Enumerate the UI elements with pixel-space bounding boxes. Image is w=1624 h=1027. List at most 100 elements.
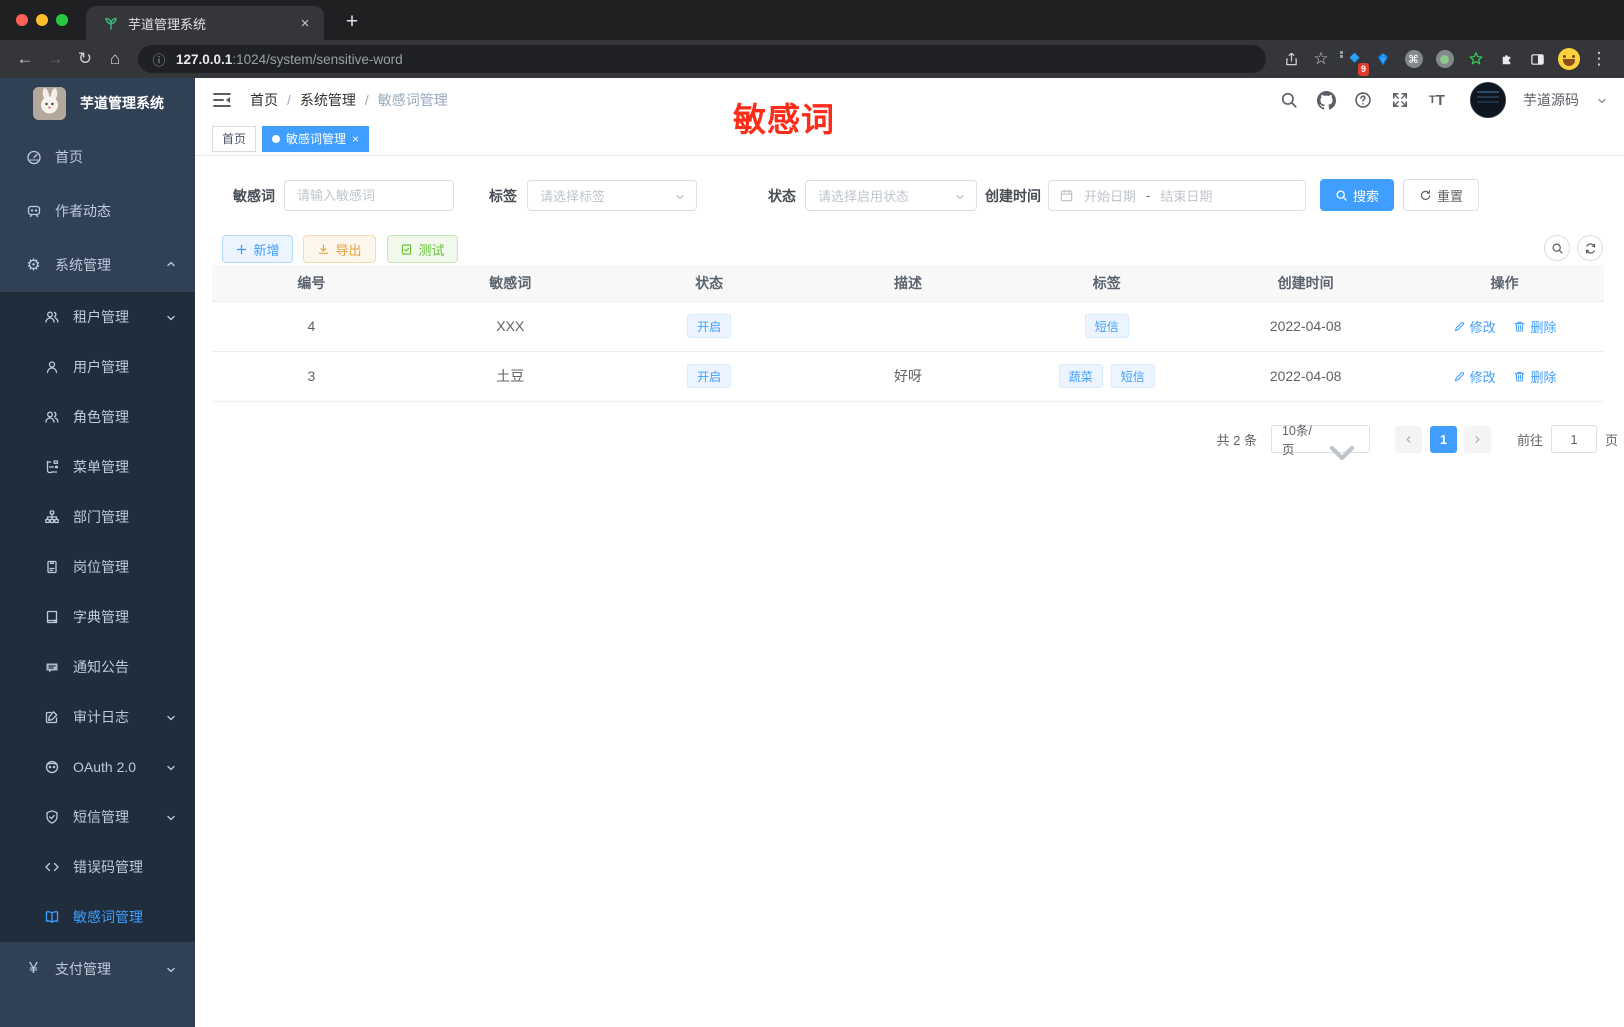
top-navbar: 首页 / 系统管理 / 敏感词管理 敏感词 TT 芋道源码 [195, 78, 1624, 138]
sidebar-item-label: 通知公告 [73, 659, 129, 675]
cell-word: 土豆 [410, 351, 610, 402]
back-icon[interactable]: ← [10, 44, 40, 74]
export-button-label: 导出 [335, 242, 362, 258]
minimize-window-button[interactable] [36, 14, 48, 26]
forward-icon[interactable]: → [40, 44, 70, 74]
new-tab-button[interactable]: + [338, 8, 366, 36]
sidebar-item-home[interactable]: 首页 [0, 130, 195, 184]
browser-menu-icon[interactable]: ⋮ [1584, 44, 1614, 74]
sidebar-logo[interactable]: 芋道管理系统 [0, 78, 195, 128]
goto-page-input[interactable] [1550, 425, 1597, 453]
export-button[interactable]: 导出 [303, 235, 376, 263]
cell-actions: 修改 删除 [1405, 351, 1604, 402]
tab-close-icon[interactable]: × [296, 14, 314, 32]
page-size-select[interactable]: 10条/页 [1270, 424, 1370, 461]
font-size-icon[interactable]: TT [1427, 90, 1447, 110]
collapse-sidebar-icon[interactable] [211, 89, 233, 111]
extension-gem-icon[interactable] [1367, 44, 1398, 74]
next-page-button[interactable] [1463, 425, 1491, 453]
tag-sensitive-word[interactable]: 敏感词管理 × [262, 125, 370, 152]
id-badge-icon [43, 559, 60, 576]
breadcrumb-system[interactable]: 系统管理 [300, 90, 356, 110]
breadcrumb-home[interactable]: 首页 [250, 90, 278, 110]
table-search-toggle-button[interactable] [1544, 235, 1570, 261]
sidebar: 芋道管理系统 首页 作者动态 ⚙ 系统管理 租户管理 用户管理 角色管理 菜单管… [0, 78, 195, 1027]
help-icon[interactable] [1353, 90, 1373, 110]
sidebar-item-menu-mgmt[interactable]: 菜单管理 [0, 442, 195, 492]
page-number-button[interactable]: 1 [1429, 425, 1457, 453]
tag-select[interactable]: 请选择标签 [527, 180, 697, 211]
edit-label: 修改 [1469, 319, 1496, 335]
prev-page-button[interactable] [1394, 425, 1422, 453]
cell-word: XXX [410, 301, 610, 352]
tag-placeholder: 请选择标签 [540, 189, 606, 204]
fullscreen-icon[interactable] [1390, 90, 1410, 110]
chevron-left-icon [1406, 435, 1411, 443]
sidebar-item-oauth[interactable]: OAuth 2.0 [0, 742, 195, 792]
user-avatar[interactable] [1470, 82, 1506, 118]
sidebar-item-tenant[interactable]: 租户管理 [0, 292, 195, 342]
profile-avatar-icon[interactable] [1553, 44, 1584, 74]
extension-command-icon[interactable]: ⌘ [1398, 44, 1429, 74]
bookmark-star-icon[interactable]: ☆ [1306, 44, 1336, 74]
sidebar-item-audit-log[interactable]: 审计日志 [0, 692, 195, 742]
browser-tab[interactable]: 芋道管理系统 × [86, 6, 324, 40]
site-info-icon[interactable]: ⓘ [148, 48, 170, 70]
reset-button[interactable]: 重置 [1403, 179, 1479, 211]
search-button[interactable]: 搜索 [1320, 179, 1394, 211]
sidebar-item-sms[interactable]: 短信管理 [0, 792, 195, 842]
sidebar-item-post[interactable]: 岗位管理 [0, 542, 195, 592]
tag-close-icon[interactable]: × [352, 132, 359, 146]
sidebar-item-dict[interactable]: 字典管理 [0, 592, 195, 642]
table-row: 3 土豆 开启 好呀 蔬菜 短信 2022-04-08 修改 删除 [212, 351, 1604, 402]
font-size-big: T [1435, 91, 1445, 109]
chevron-up-icon [165, 259, 177, 271]
sidebar-item-notice[interactable]: 通知公告 [0, 642, 195, 692]
sidebar-item-dept[interactable]: 部门管理 [0, 492, 195, 542]
close-window-button[interactable] [16, 14, 28, 26]
extension-grid-diamond-icon[interactable]: ◆ 9 [1336, 44, 1369, 76]
sidebar-item-author-news[interactable]: 作者动态 [0, 184, 195, 238]
share-icon[interactable] [1276, 44, 1306, 74]
address-bar[interactable]: ⓘ 127.0.0.1:1024/system/sensitive-word [138, 45, 1266, 73]
home-icon[interactable]: ⌂ [100, 44, 130, 74]
trash-icon [1514, 371, 1525, 381]
delete-label: 删除 [1530, 319, 1557, 335]
tag-badge: 短信 [1110, 364, 1155, 388]
status-select[interactable]: 请选择启用状态 [805, 180, 977, 211]
extensions-puzzle-icon[interactable] [1491, 44, 1522, 74]
cell-desc [808, 301, 1008, 352]
split-view-icon[interactable] [1522, 44, 1553, 74]
table-refresh-button[interactable] [1577, 235, 1603, 261]
sidebar-item-user[interactable]: 用户管理 [0, 342, 195, 392]
add-button[interactable]: 新增 [222, 235, 293, 263]
edit-link[interactable]: 修改 [1453, 367, 1496, 386]
sidebar-item-label: 首页 [55, 149, 83, 165]
sidebar-item-errcode[interactable]: 错误码管理 [0, 842, 195, 892]
user-name[interactable]: 芋道源码 [1523, 90, 1579, 110]
trash-icon [1514, 321, 1525, 331]
maximize-window-button[interactable] [56, 14, 68, 26]
col-actions: 操作 [1405, 265, 1604, 302]
delete-link[interactable]: 删除 [1513, 367, 1556, 386]
tags-view: 首页 敏感词管理 × [195, 122, 1624, 156]
command-glyph: ⌘ [1404, 50, 1423, 68]
delete-link[interactable]: 删除 [1513, 317, 1556, 336]
github-icon[interactable] [1316, 90, 1336, 110]
extension-record-icon[interactable] [1429, 44, 1460, 74]
search-icon[interactable] [1279, 90, 1299, 110]
sidebar-item-role[interactable]: 角色管理 [0, 392, 195, 442]
sidebar-item-system[interactable]: ⚙ 系统管理 [0, 238, 195, 292]
sidebar-item-payment[interactable]: ¥ 支付管理 [0, 942, 195, 996]
test-button[interactable]: 测试 [387, 235, 458, 263]
reload-icon[interactable]: ↻ [70, 44, 100, 74]
word-input[interactable] [284, 180, 454, 211]
edit-link[interactable]: 修改 [1453, 317, 1496, 336]
col-desc: 描述 [808, 265, 1008, 302]
tag-label: 敏感词管理 [286, 132, 347, 146]
tag-home[interactable]: 首页 [212, 125, 257, 152]
tree-list-icon [43, 459, 60, 476]
extension-green-star-icon[interactable] [1460, 44, 1491, 74]
date-range-picker[interactable]: 开始日期 - 结束日期 [1048, 180, 1306, 211]
sidebar-item-sensitive-word[interactable]: 敏感词管理 [0, 892, 195, 942]
